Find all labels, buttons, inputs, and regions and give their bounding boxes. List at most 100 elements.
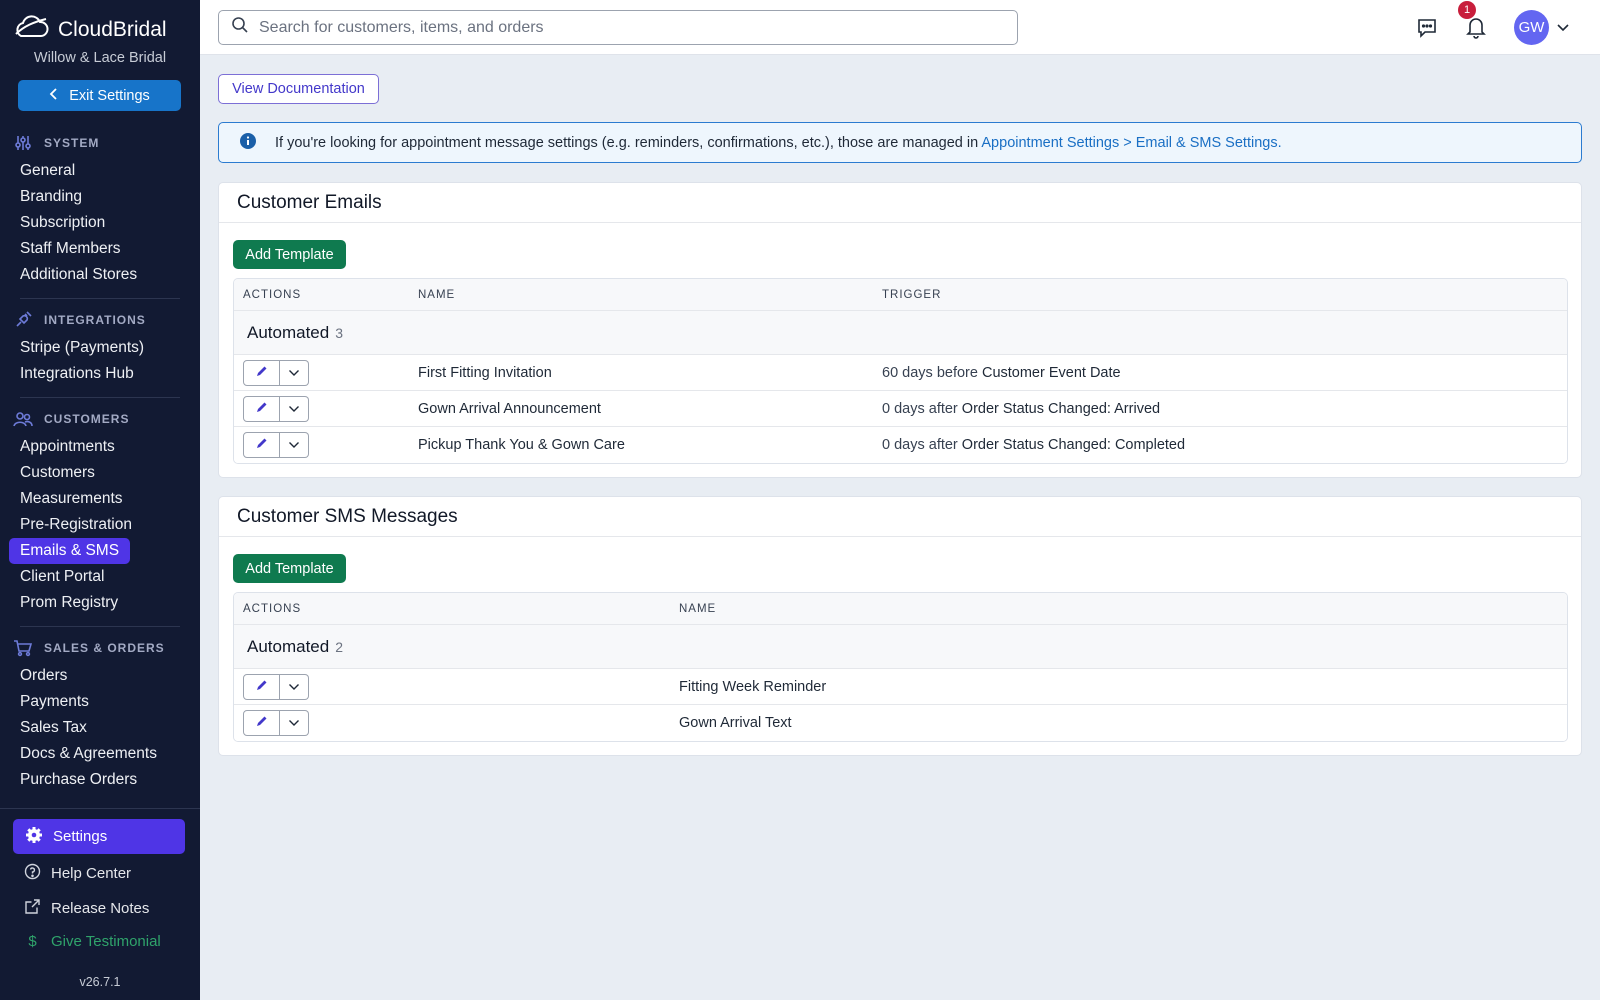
nav-item-staff-members[interactable]: Staff Members	[9, 236, 132, 262]
view-documentation-button[interactable]: View Documentation	[218, 74, 379, 104]
release-notes-link[interactable]: Release Notes	[24, 898, 149, 919]
row-actions	[243, 360, 309, 386]
sms-templates-table: ACTIONS NAME Automated 2 Fitting Week Rem…	[233, 592, 1568, 742]
nav-item-client-portal[interactable]: Client Portal	[9, 564, 115, 590]
nav-item-sales-tax[interactable]: Sales Tax	[9, 715, 98, 741]
nav-item-branding[interactable]: Branding	[9, 184, 93, 210]
nav-item-docs-agreements[interactable]: Docs & Agreements	[9, 741, 168, 767]
brand-name: CloudBridal	[58, 17, 167, 41]
group-row-automated: Automated 3	[234, 311, 1567, 355]
store-name: Willow & Lace Bridal	[33, 50, 167, 66]
nav-item-stripe[interactable]: Stripe (Payments)	[9, 335, 155, 361]
group-label: Automated 2	[247, 637, 343, 657]
info-icon	[239, 132, 257, 154]
template-trigger: 0 days after Order Status Changed: Compl…	[882, 427, 1185, 463]
edit-button[interactable]	[243, 396, 280, 422]
template-trigger: 0 days after Order Status Changed: Arriv…	[882, 391, 1160, 427]
avatar[interactable]: GW	[1514, 10, 1549, 45]
bell-icon[interactable]	[1465, 15, 1487, 44]
exit-settings-label: Exit Settings	[69, 87, 150, 104]
nav-item-additional-stores[interactable]: Additional Stores	[9, 262, 148, 288]
nav-item-integrations-hub[interactable]: Integrations Hub	[9, 361, 145, 387]
divider	[20, 626, 180, 627]
nav-item-pre-registration[interactable]: Pre-Registration	[9, 512, 143, 538]
notification-badge: 1	[1458, 1, 1476, 19]
settings-nav[interactable]: SYSTEM General Branding Subscription Sta…	[0, 128, 200, 801]
gear-icon	[25, 826, 43, 848]
row-actions	[243, 674, 309, 700]
column-trigger[interactable]: TRIGGER	[882, 279, 941, 311]
template-name[interactable]: First Fitting Invitation	[418, 355, 552, 391]
edit-button[interactable]	[243, 360, 280, 386]
template-trigger: 60 days before Customer Event Date	[882, 355, 1121, 391]
users-icon	[12, 408, 34, 430]
more-actions-dropdown[interactable]	[280, 674, 309, 700]
nav-item-emails-sms[interactable]: Emails & SMS	[9, 538, 131, 564]
cart-icon	[12, 637, 34, 659]
dollar-icon: $	[28, 933, 37, 950]
pencil-icon	[255, 400, 269, 419]
column-name[interactable]: NAME	[679, 593, 716, 625]
customer-sms-card: Customer SMS Messages Add Template ACTIO…	[218, 496, 1582, 756]
sidebar: CloudBridal Willow & Lace Bridal Exit Se…	[0, 0, 200, 1000]
appointment-settings-link[interactable]: Appointment Settings > Email & SMS Setti…	[981, 135, 1281, 151]
nav-item-general[interactable]: General	[9, 158, 86, 184]
more-actions-dropdown[interactable]	[280, 710, 309, 736]
settings-label: Settings	[53, 828, 108, 845]
template-name[interactable]: Pickup Thank You & Gown Care	[418, 427, 625, 463]
brand[interactable]: CloudBridal	[12, 14, 167, 45]
top-bar	[200, 0, 1600, 55]
release-notes-label: Release Notes	[51, 900, 150, 917]
cloud-logo-icon	[12, 14, 50, 45]
template-name[interactable]: Gown Arrival Text	[679, 705, 792, 741]
edit-button[interactable]	[243, 432, 280, 458]
edit-button[interactable]	[243, 710, 280, 736]
more-actions-dropdown[interactable]	[280, 360, 309, 386]
group-count: 3	[335, 325, 344, 341]
settings-button[interactable]: Settings	[13, 819, 185, 854]
help-center-link[interactable]: Help Center	[24, 863, 131, 884]
template-name[interactable]: Fitting Week Reminder	[679, 669, 826, 705]
more-actions-dropdown[interactable]	[280, 396, 309, 422]
section-system: SYSTEM	[0, 128, 200, 158]
search-input[interactable]	[259, 18, 999, 37]
section-title: SALES & ORDERS	[44, 641, 165, 655]
section-sales-orders: SALES & ORDERS	[0, 633, 200, 663]
nav-item-prom-registry[interactable]: Prom Registry	[9, 590, 129, 616]
section-title: INTEGRATIONS	[44, 313, 146, 327]
app-version: v26.7.1	[79, 975, 121, 989]
nav-item-orders[interactable]: Orders	[9, 663, 78, 689]
chat-icon[interactable]	[1416, 17, 1438, 44]
chevron-down-icon	[288, 400, 300, 418]
external-link-icon	[24, 898, 41, 919]
exit-settings-button[interactable]: Exit Settings	[18, 80, 181, 111]
group-label: Automated 3	[247, 323, 343, 343]
plug-icon	[12, 309, 34, 331]
add-sms-template-button[interactable]: Add Template	[233, 554, 346, 583]
column-name[interactable]: NAME	[418, 279, 455, 311]
row-actions	[243, 432, 309, 458]
nav-item-payments[interactable]: Payments	[9, 689, 100, 715]
nav-item-measurements[interactable]: Measurements	[9, 486, 134, 512]
global-search[interactable]	[218, 10, 1018, 45]
pencil-icon	[255, 714, 269, 733]
edit-button[interactable]	[243, 674, 280, 700]
table-row: Pickup Thank You & Gown Care 0 days afte…	[234, 427, 1567, 463]
add-email-template-button[interactable]: Add Template	[233, 240, 346, 269]
give-testimonial-link[interactable]: $ Give Testimonial	[24, 933, 160, 950]
template-name[interactable]: Gown Arrival Announcement	[418, 391, 601, 427]
nav-item-customers[interactable]: Customers	[9, 460, 106, 486]
nav-item-subscription[interactable]: Subscription	[9, 210, 116, 236]
section-integrations: INTEGRATIONS	[0, 305, 200, 335]
table-row: First Fitting Invitation 60 days before …	[234, 355, 1567, 391]
email-templates-table: ACTIONS NAME TRIGGER Automated 3 First Fi…	[233, 278, 1568, 464]
divider	[20, 397, 180, 398]
more-actions-dropdown[interactable]	[280, 432, 309, 458]
customer-emails-card: Customer Emails Add Template ACTIONS NAM…	[218, 182, 1582, 478]
chevron-down-icon[interactable]	[1556, 20, 1570, 38]
trigger-event: Order Status Changed: Completed	[961, 437, 1186, 453]
table-header: ACTIONS NAME TRIGGER	[234, 279, 1567, 311]
table-row: Gown Arrival Text	[234, 705, 1567, 741]
nav-item-purchase-orders[interactable]: Purchase Orders	[9, 767, 148, 793]
nav-item-appointments[interactable]: Appointments	[9, 434, 126, 460]
